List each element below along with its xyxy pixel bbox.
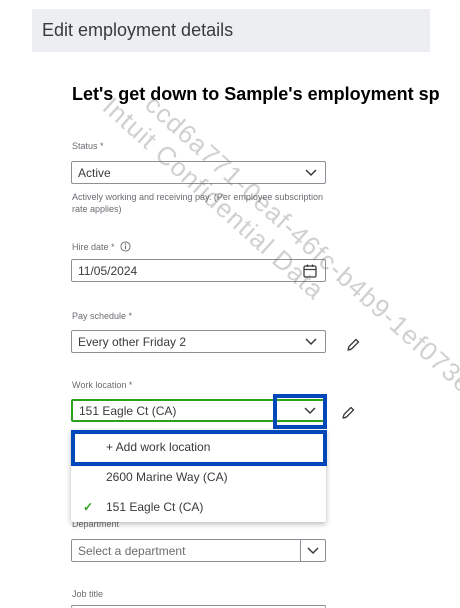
work-location-value: 151 Eagle Ct (CA) (79, 403, 177, 418)
chevron-down-icon (307, 547, 319, 555)
calendar-icon[interactable] (302, 263, 318, 279)
pay-schedule-value: Every other Friday 2 (78, 334, 187, 349)
info-icon[interactable] (120, 241, 131, 252)
pay-schedule-select[interactable]: Every other Friday 2 (71, 330, 326, 353)
status-help-text: Actively working and receiving pay. (Per… (72, 192, 323, 214)
dialog-header: Edit employment details (32, 9, 430, 52)
job-title-label: Job title (72, 589, 104, 599)
checkmark-icon: ✓ (83, 500, 94, 514)
hire-date-label-text: Hire date * (72, 242, 115, 252)
hire-date-label: Hire date * (72, 241, 131, 252)
edit-pencil-icon[interactable] (345, 337, 361, 353)
status-select[interactable]: Active (71, 161, 326, 184)
dropdown-option-2600-marine-way[interactable]: 2600 Marine Way (CA) (71, 462, 326, 492)
department-placeholder: Select a department (78, 543, 186, 558)
option-label: 2600 Marine Way (CA) (106, 470, 228, 484)
add-work-location-option[interactable]: + Add work location (71, 432, 326, 462)
edit-employment-dialog: Edit employment details Let's get down t… (0, 0, 460, 608)
work-location-select[interactable]: 151 Eagle Ct (CA) (71, 399, 326, 422)
work-location-dropdown: + Add work location 2600 Marine Way (CA)… (71, 430, 326, 522)
hire-date-value: 11/05/2024 (78, 263, 138, 278)
dropdown-option-151-eagle-ct[interactable]: ✓ 151 Eagle Ct (CA) (71, 492, 326, 522)
status-value: Active (78, 165, 111, 180)
chevron-down-icon (305, 169, 317, 177)
status-label: Status * (72, 141, 104, 151)
department-select[interactable]: Select a department (71, 539, 326, 562)
work-location-label: Work location * (72, 380, 133, 390)
hire-date-field[interactable]: 11/05/2024 (71, 259, 326, 282)
edit-pencil-icon[interactable] (340, 405, 356, 421)
select-divider (300, 540, 301, 561)
chevron-down-icon[interactable] (303, 404, 317, 418)
chevron-down-icon (305, 338, 317, 346)
add-work-location-label: + Add work location (106, 440, 211, 454)
pay-schedule-label: Pay schedule * (72, 311, 133, 321)
dialog-title: Edit employment details (42, 20, 234, 40)
section-subtitle: Let's get down to Sample's employment sp (72, 84, 440, 104)
option-label: 151 Eagle Ct (CA) (106, 500, 204, 514)
